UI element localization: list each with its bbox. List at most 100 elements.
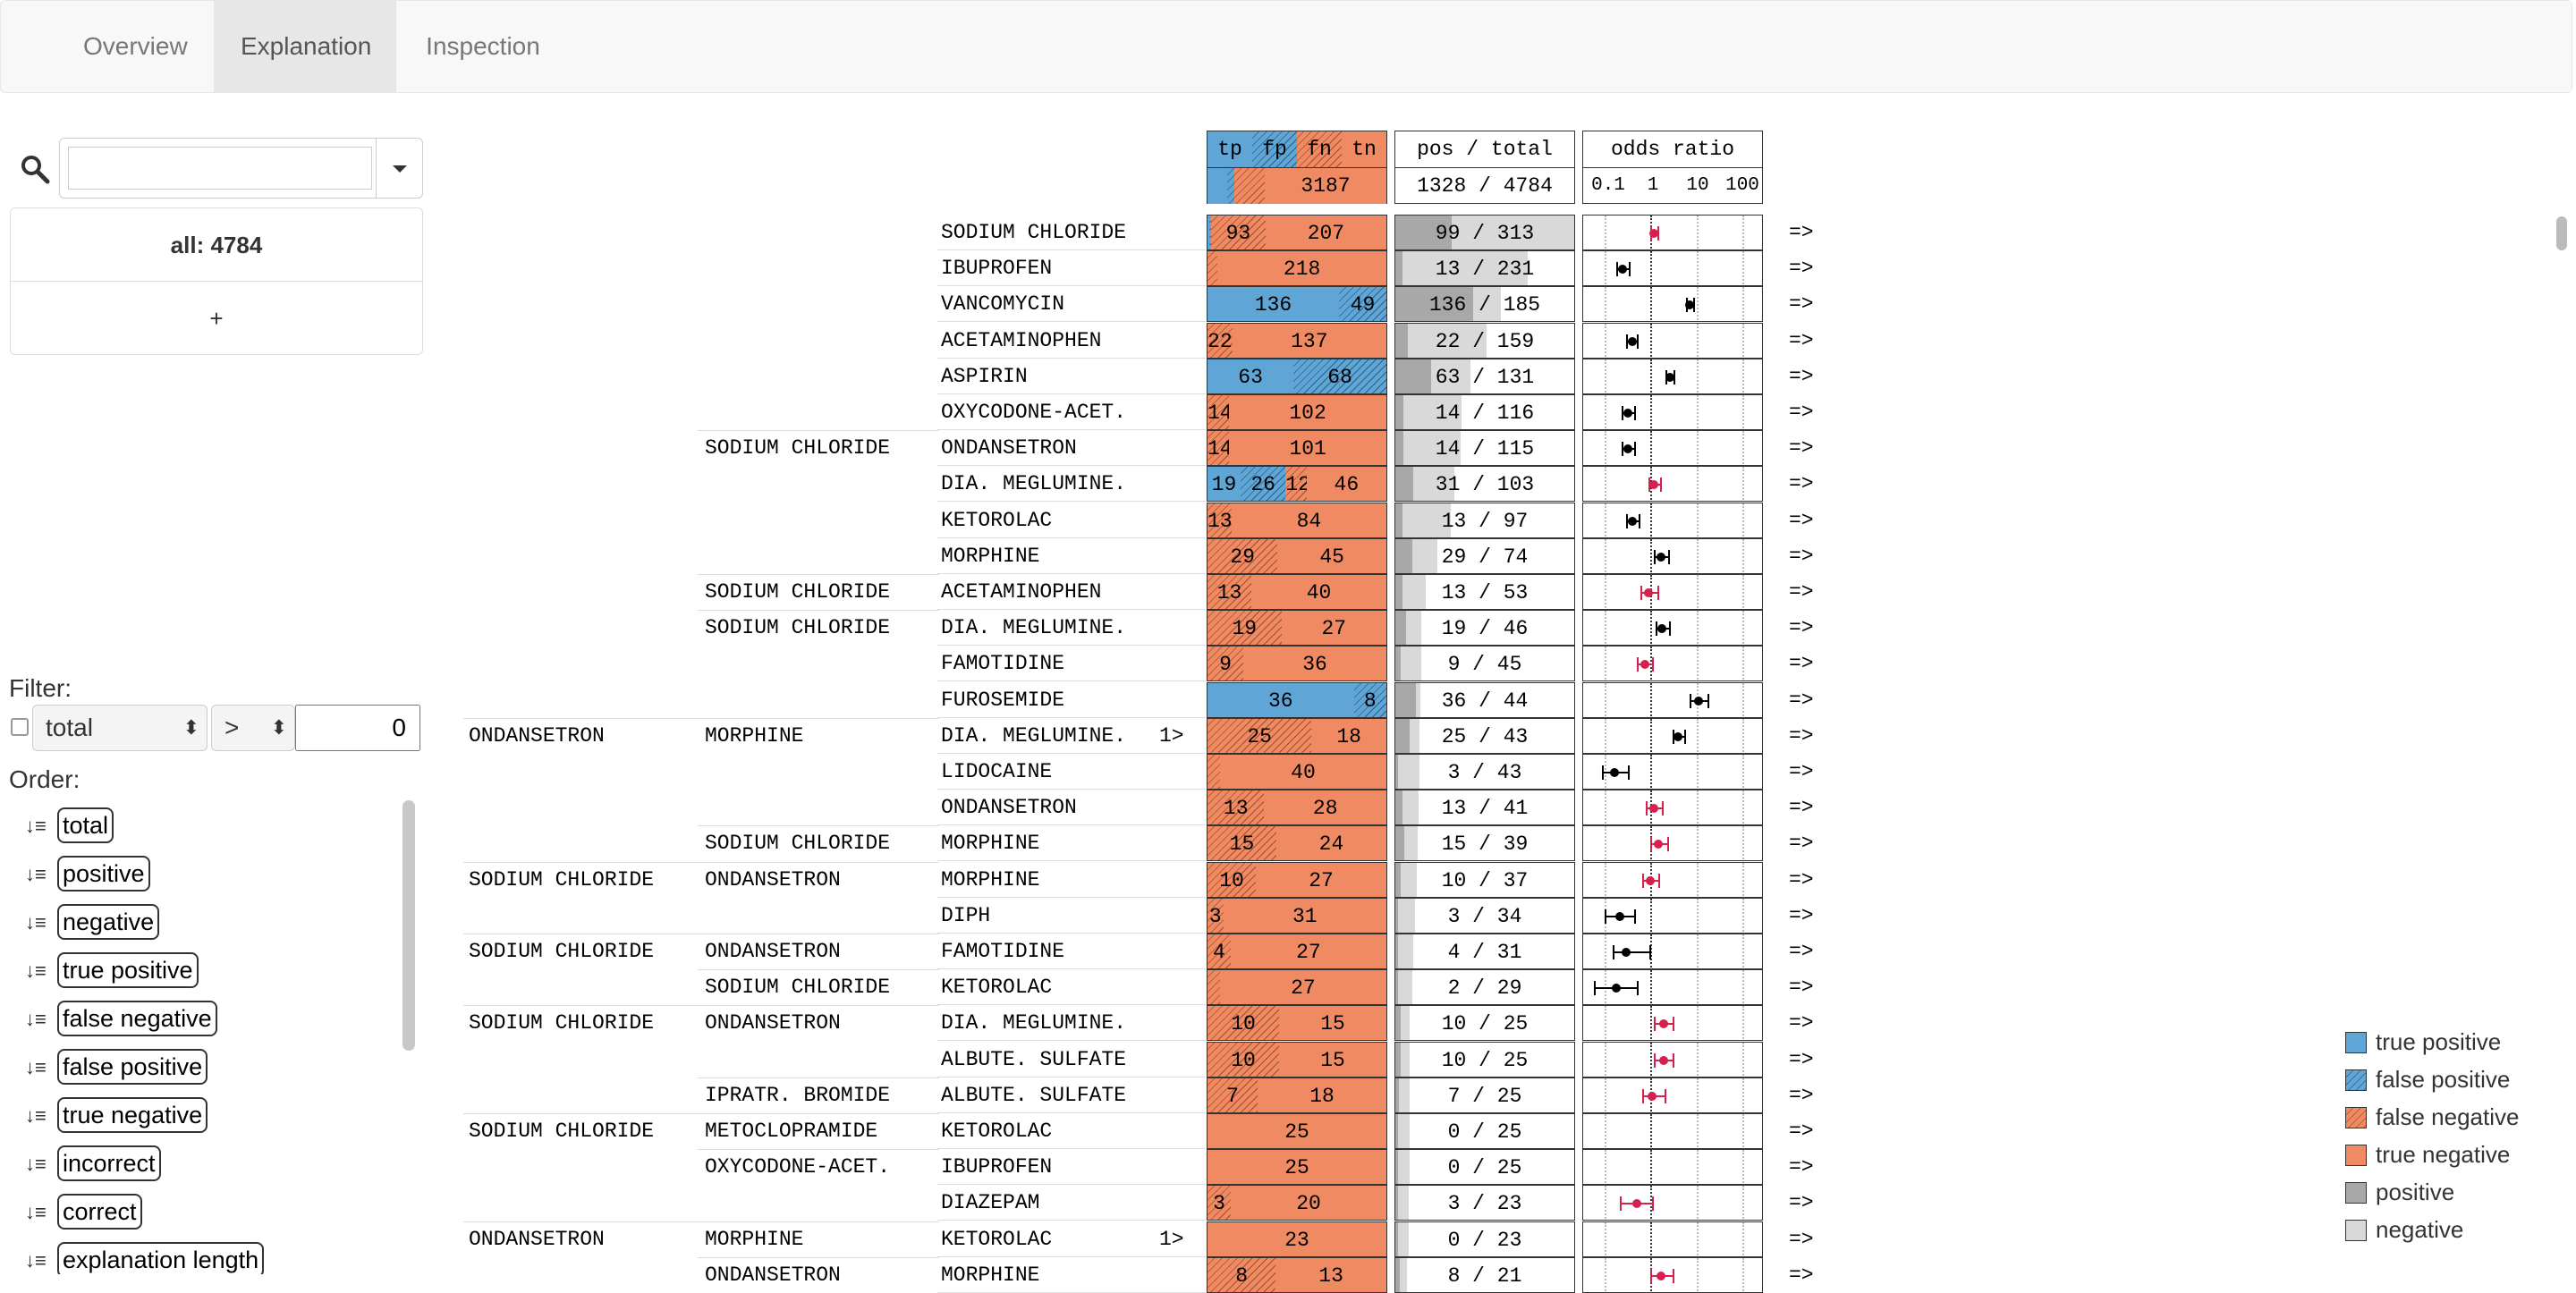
row-expand-arrow[interactable]: =>: [1789, 574, 1814, 610]
table-row[interactable]: DIA. MEGLUMINE. 19 26 12 46 31 / 103 =>: [0, 466, 1825, 502]
table-row[interactable]: OXYCODONE-ACET. 14 102 14 / 116 =>: [0, 394, 1825, 430]
row-expand-arrow[interactable]: =>: [1789, 286, 1814, 322]
row-expand-arrow[interactable]: =>: [1789, 1005, 1814, 1041]
row-expand-arrow[interactable]: =>: [1789, 825, 1814, 861]
table-row[interactable]: SODIUM CHLORIDE DIA. MEGLUMINE. 19 27 19 / 4…: [0, 610, 1825, 646]
table-row[interactable]: ASPIRIN 63 68 63 / 131 =>: [0, 359, 1825, 394]
page-scrollbar[interactable]: [2556, 216, 2567, 250]
odds-gridline: [1604, 646, 1606, 680]
confusion-seg-label: 10: [1231, 1012, 1256, 1035]
row-expand-arrow[interactable]: =>: [1789, 1149, 1814, 1185]
row-expand-arrow[interactable]: =>: [1789, 790, 1814, 825]
row-expand-arrow[interactable]: =>: [1789, 323, 1814, 359]
confusion-seg-label: 27: [1296, 941, 1321, 964]
row-expand-arrow[interactable]: =>: [1789, 969, 1814, 1005]
table-row[interactable]: ONDANSETRON 13 28 13 / 41 =>: [0, 790, 1825, 825]
odds-ratio-cell: [1582, 934, 1763, 969]
feature-level-3: MORPHINE: [941, 545, 1040, 568]
legend-label: false negative: [2376, 1103, 2520, 1130]
odds-ratio-cell: [1582, 1042, 1763, 1078]
confusion-seg-label: 15: [1320, 1049, 1345, 1072]
row-expand-arrow[interactable]: =>: [1789, 1185, 1814, 1221]
table-row[interactable]: LIDOCAINE 40 3 / 43 =>: [0, 754, 1825, 790]
table-row[interactable]: OXYCODONE-ACET. IBUPROFEN 25 0 / 25 =>: [0, 1149, 1825, 1185]
table-row[interactable]: KETOROLAC 13 84 13 / 97 =>: [0, 503, 1825, 538]
table-row[interactable]: FUROSEMIDE 36 8 36 / 44 =>: [0, 682, 1825, 718]
row-expand-arrow[interactable]: =>: [1789, 215, 1814, 250]
row-expand-arrow[interactable]: =>: [1789, 862, 1814, 898]
confusion-seg-label: 15: [1320, 1012, 1345, 1035]
table-row[interactable]: ONDANSETRON MORPHINE 8 13 8 / 21 =>: [0, 1257, 1825, 1293]
confusion-seg-label: 3: [1208, 905, 1222, 928]
row-expand-arrow[interactable]: =>: [1789, 1113, 1814, 1149]
odds-gridline: [1742, 431, 1745, 465]
table-row[interactable]: DIAZEPAM 3 20 3 / 23 =>: [0, 1185, 1825, 1221]
confusion-seg-label: 15: [1229, 832, 1255, 856]
table-row[interactable]: FAMOTIDINE 9 36 9 / 45 =>: [0, 646, 1825, 681]
table-row[interactable]: SODIUM CHLORIDE ONDANSETRON 14 101 14 / 115 =…: [0, 430, 1825, 466]
table-row[interactable]: SODIUM CHLORIDE KETOROLAC 27 2 / 29 =>: [0, 969, 1825, 1005]
pos-total-label: 31 / 103: [1435, 473, 1535, 496]
odds-gridline: [1696, 719, 1699, 753]
odds-gridline: [1742, 1222, 1745, 1256]
odds-point: [1622, 948, 1631, 957]
row-expand-arrow[interactable]: =>: [1789, 359, 1814, 394]
row-expand-arrow[interactable]: =>: [1789, 934, 1814, 969]
row-expand-arrow[interactable]: =>: [1789, 1042, 1814, 1078]
confusion-seg-label: 25: [1247, 725, 1272, 748]
confusion-bar: 93 207: [1207, 215, 1387, 250]
odds-gridline: [1650, 1222, 1653, 1256]
table-row[interactable]: SODIUM CHLORIDE ACETAMINOPHEN 13 40 13 / 53 =…: [0, 574, 1825, 610]
odds-gridline: [1742, 719, 1745, 753]
odds-ci-cap: [1654, 1053, 1657, 1068]
row-expand-arrow[interactable]: =>: [1789, 394, 1814, 430]
odds-gridline: [1650, 1006, 1653, 1040]
row-expand-arrow[interactable]: =>: [1789, 430, 1814, 466]
confusion-seg-label: 4: [1212, 941, 1225, 964]
row-expand-arrow[interactable]: =>: [1789, 1257, 1814, 1293]
pos-total-label: 15 / 39: [1441, 832, 1529, 856]
table-row[interactable]: SODIUM CHLORIDE ONDANSETRON FAMOTIDINE 4 27 4…: [0, 934, 1825, 969]
table-row[interactable]: SODIUM CHLORIDE ONDANSETRON DIA. MEGLUMINE…: [0, 1005, 1825, 1041]
odds-ci-cap: [1627, 765, 1630, 780]
table-row[interactable]: SODIUM CHLORIDE MORPHINE 15 24 15 / 39 =>: [0, 825, 1825, 861]
confusion-seg-label: 102: [1289, 401, 1326, 425]
row-expand-arrow[interactable]: =>: [1789, 1221, 1814, 1257]
row-expand-arrow[interactable]: =>: [1789, 718, 1814, 754]
pos-total-bar: 2 / 29: [1394, 969, 1575, 1005]
table-row[interactable]: ONDANSETRON MORPHINE KETOROLAC 1> 23 0 / 23 =>: [0, 1221, 1825, 1257]
table-row[interactable]: DIPH 3 31 3 / 34 =>: [0, 898, 1825, 934]
odds-gridline: [1650, 395, 1653, 429]
odds-ratio-cell: [1582, 538, 1763, 574]
odds-gridline: [1650, 431, 1653, 465]
table-row[interactable]: ACETAMINOPHEN 22 137 22 / 159 =>: [0, 323, 1825, 359]
row-expand-arrow[interactable]: =>: [1789, 610, 1814, 646]
row-expand-arrow[interactable]: =>: [1789, 898, 1814, 934]
pos-total-label: 3 / 23: [1447, 1192, 1522, 1215]
table-row[interactable]: IBUPROFEN 218 13 / 231 =>: [0, 250, 1825, 286]
table-row[interactable]: VANCOMYCIN 136 49 136 / 185 =>: [0, 286, 1825, 322]
row-expand-arrow[interactable]: =>: [1789, 250, 1814, 286]
row-expand-arrow[interactable]: =>: [1789, 503, 1814, 538]
odds-point: [1611, 984, 1621, 993]
table-row[interactable]: ONDANSETRON MORPHINE DIA. MEGLUMINE. 1> 25 18…: [0, 718, 1825, 754]
row-expand-arrow[interactable]: =>: [1789, 682, 1814, 718]
table-row[interactable]: ALBUTE. SULFATE 10 15 10 / 25 =>: [0, 1042, 1825, 1078]
row-expand-arrow[interactable]: =>: [1789, 646, 1814, 681]
odds-ci-cap: [1650, 1269, 1653, 1283]
row-expand-arrow[interactable]: =>: [1789, 466, 1814, 502]
feature-level-3: IBUPROFEN: [941, 1155, 1053, 1179]
table-row[interactable]: IPRATR. BROMIDE ALBUTE. SULFATE 7 18 7 / 25 =…: [0, 1078, 1825, 1113]
table-row[interactable]: MORPHINE 29 45 29 / 74 =>: [0, 538, 1825, 574]
pos-total-bar: 13 / 53: [1394, 574, 1575, 610]
table-row[interactable]: SODIUM CHLORIDE METOCLOPRAMIDE KETOROLAC 25…: [0, 1113, 1825, 1149]
confusion-bar: 7 18: [1207, 1078, 1387, 1113]
table-row[interactable]: SODIUM CHLORIDE 93 207 99 / 313 =>: [0, 215, 1825, 250]
pos-total-label: 0 / 25: [1447, 1120, 1522, 1144]
row-expand-arrow[interactable]: =>: [1789, 1078, 1814, 1113]
row-expand-arrow[interactable]: =>: [1789, 754, 1814, 790]
table-row[interactable]: SODIUM CHLORIDE ONDANSETRON MORPHINE 10 27 10…: [0, 862, 1825, 898]
row-expand-arrow[interactable]: =>: [1789, 538, 1814, 574]
odds-gridline: [1604, 503, 1606, 537]
odds-gridline: [1696, 755, 1699, 789]
